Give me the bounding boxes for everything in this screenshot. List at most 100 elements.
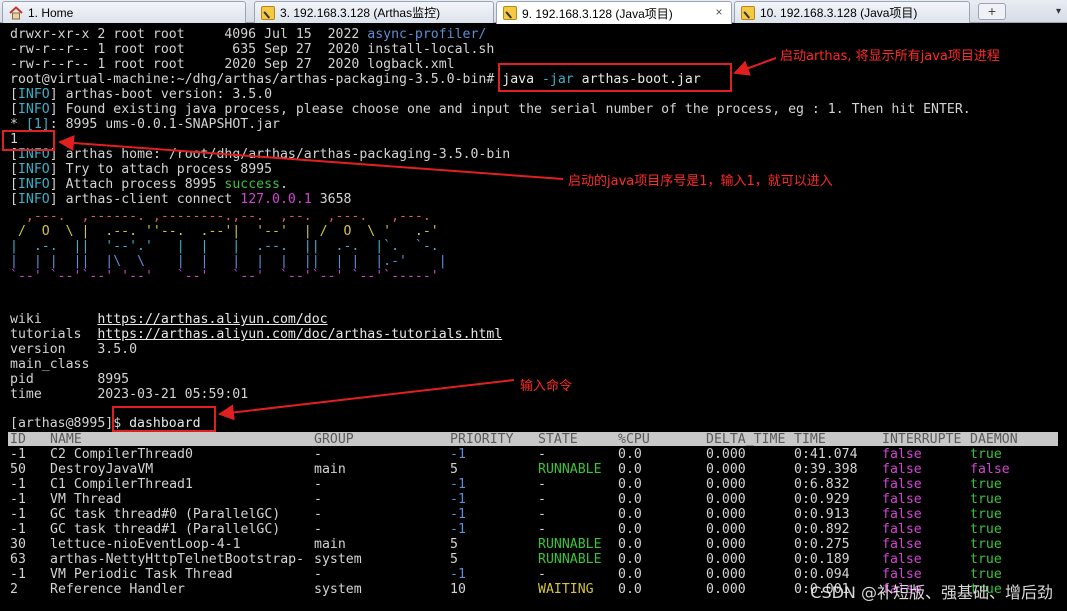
terminal-info-line: [INFO] arthas home: /root/dhg/arthas/art… [10,147,511,162]
tab-menu-icon[interactable]: ▾ [1052,4,1065,19]
col-daemon: DAEMON [970,432,1018,447]
tab-label: 3. 192.168.3.128 (Arthas监控) [280,6,441,20]
cell-name: C1 CompilerThread1 [50,477,193,492]
cell-delta-time: 0.000 [706,477,746,492]
new-tab-button[interactable]: + [978,3,1006,20]
close-icon[interactable]: × [711,5,727,21]
cell-group: main [314,462,346,477]
cell-cpu: 0.0 [618,567,642,582]
terminal-info-line: [INFO] Attach process 8995 success. [10,177,288,192]
cell-name: VM Thread [50,492,122,507]
table-row: 63 arthas-NettyHttpTelnetBootstrap-system… [8,552,1058,567]
cell-interrupted: false [882,537,922,552]
cell-name: arthas-NettyHttpTelnetBootstrap- [50,552,305,567]
cell-name: GC task thread#0 (ParallelGC) [50,507,281,522]
cell-interrupted: false [882,462,922,477]
main-class-line: main_class [10,357,90,372]
cell-priority: -1 [450,522,466,537]
tutorials-line: tutorials https://arthas.aliyun.com/doc/… [10,327,503,342]
cell-cpu: 0.0 [618,462,642,477]
cell-daemon: true [970,507,1002,522]
terminal-info-line: [INFO] arthas-boot version: 3.5.0 [10,87,273,102]
cell-daemon: true [970,552,1002,567]
col-delta-time: DELTA_TIME [706,432,786,447]
cell-delta-time: 0.000 [706,462,746,477]
col-state: STATE [538,432,578,447]
tab-bar: 1. Home 3. 192.168.3.128 (Arthas监控) 9. 1… [0,0,1067,24]
table-row: -1 GC task thread#0 (ParallelGC) - -1 - 0.0 0.… [8,507,1058,522]
col-name: NAME [50,432,82,447]
cell-name: VM Periodic Task Thread [50,567,233,582]
cell-priority: 5 [450,552,458,567]
cell-priority: 10 [450,582,466,597]
cell-group: - [314,567,322,582]
annotation-input-command: 输入命令 [520,379,573,394]
cell-interrupted: false [882,492,922,507]
terminal-line: drwxr-xr-x 2 root root 4096 Jul 15 2022 … [10,27,487,42]
cell-interrupted: false [882,477,922,492]
cell-delta-time: 0.000 [706,582,746,597]
cell-cpu: 0.0 [618,447,642,462]
cell-cpu: 0.0 [618,477,642,492]
cell-state: - [538,492,546,507]
cell-time: 0:41.074 [794,447,858,462]
cell-interrupted: false [882,522,922,537]
cell-id: -1 [10,477,26,492]
tab-java-project-9[interactable]: 9. 192.168.3.128 (Java项目) × [496,1,732,24]
cell-priority: 5 [450,537,458,552]
cell-time: 0:0.892 [794,522,850,537]
cell-delta-time: 0.000 [706,507,746,522]
cell-delta-time: 0.000 [706,447,746,462]
tutorials-link[interactable]: https://arthas.aliyun.com/doc/arthas-tut… [97,327,502,342]
cell-time: 0:0.929 [794,492,850,507]
terminal-window[interactable]: drwxr-xr-x 2 root root 4096 Jul 15 2022 … [0,24,1067,611]
cell-name: DestroyJavaVM [50,462,154,477]
tab-label: 9. 192.168.3.128 (Java项目) [522,6,673,21]
tab-label: 1. Home [28,5,74,20]
cell-priority: 5 [450,462,458,477]
highlight-dashboard-command [112,406,216,432]
cell-time: 0:0.275 [794,537,850,552]
cell-delta-time: 0.000 [706,537,746,552]
cell-state: - [538,447,546,462]
cell-cpu: 0.0 [618,522,642,537]
cell-state: RUNNABLE [538,537,602,552]
tab-home[interactable]: 1. Home [2,1,246,23]
cell-priority: -1 [450,507,466,522]
cell-state: RUNNABLE [538,552,602,567]
time-line: time 2023-03-21 05:59:01 [10,387,249,402]
cell-daemon: true [970,447,1002,462]
cell-delta-time: 0.000 [706,522,746,537]
cell-name: lettuce-nioEventLoop-4-1 [50,537,241,552]
cell-name: GC task thread#1 (ParallelGC) [50,522,281,537]
tab-arthas-monitor[interactable]: 3. 192.168.3.128 (Arthas监控) [254,1,494,23]
table-row: 30 lettuce-nioEventLoop-4-1 main 5 RUNNABLE 0… [8,537,1058,552]
tab-label: 10. 192.168.3.128 (Java项目) [760,6,918,20]
version-line: version 3.5.0 [10,342,138,357]
terminal-line: -rw-r--r-- 1 root root 635 Sep 27 2020 i… [10,42,495,57]
cell-interrupted: false [882,507,922,522]
cell-id: 50 [10,462,26,477]
cell-id: -1 [10,522,26,537]
cell-state: RUNNABLE [538,462,602,477]
col-priority: PRIORITY [450,432,514,447]
cell-interrupted: false [882,552,922,567]
table-row: -1 VM Thread - -1 - 0.0 0.000 0:0.929 false true [8,492,1058,507]
tab-java-project-10[interactable]: 10. 192.168.3.128 (Java项目) [734,1,970,23]
annotation-start-arthas: 启动arthas, 将显示所有java项目进程 [780,49,1000,64]
wiki-link[interactable]: https://arthas.aliyun.com/doc [97,312,327,327]
cell-id: 63 [10,552,26,567]
table-row: 50 DestroyJavaVM main 5 RUNNABLE 0.0 0.000 0:39… [8,462,1058,477]
cell-state: - [538,477,546,492]
cell-daemon: false [970,462,1010,477]
cell-cpu: 0.0 [618,582,642,597]
cell-daemon: true [970,492,1002,507]
wrench-icon [261,5,275,20]
cell-delta-time: 0.000 [706,567,746,582]
col-group: GROUP [314,432,354,447]
terminal-info-line: [INFO] Found existing java process, plea… [10,102,971,117]
cell-time: 0:0.913 [794,507,850,522]
cell-priority: -1 [450,477,466,492]
cell-group: - [314,507,322,522]
wrench-icon [741,5,755,20]
